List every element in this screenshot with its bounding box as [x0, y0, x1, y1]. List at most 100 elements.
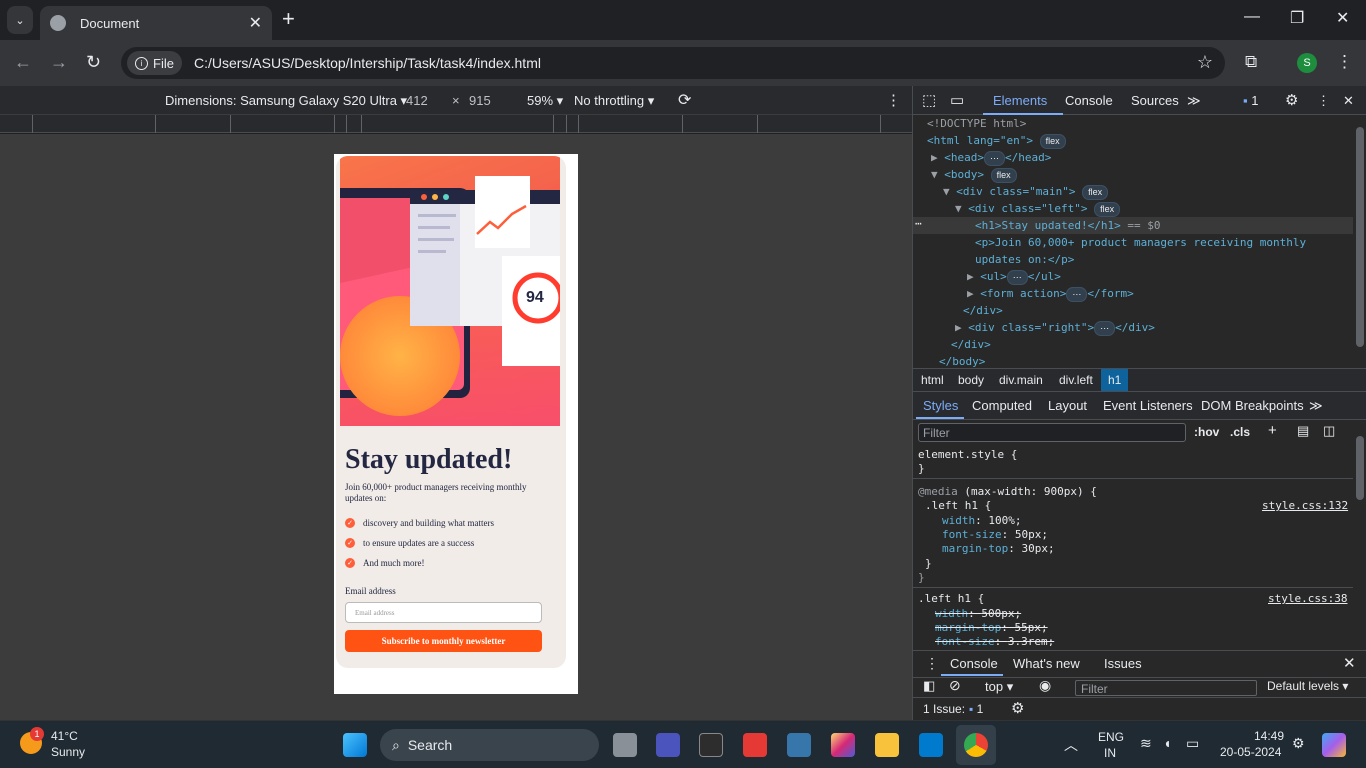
throttling-select[interactable]: No throttling ▾	[574, 93, 654, 109]
wifi-icon[interactable]: ≋	[1140, 735, 1152, 752]
site-info-chip[interactable]: i File	[127, 51, 182, 75]
new-tab-button[interactable]: +	[282, 6, 295, 32]
css-property[interactable]: margin-top: 30px;	[942, 542, 1055, 556]
url-text[interactable]: C:/Users/ASUS/Desktop/Intership/Task/tas…	[194, 55, 541, 71]
height-input[interactable]: 915	[469, 93, 491, 108]
restore-button[interactable]: ❐	[1290, 8, 1304, 28]
sidebar-icon[interactable]: ◧	[923, 678, 935, 694]
tab-sources[interactable]: Sources	[1131, 93, 1179, 108]
clock-time[interactable]: 14:49	[1254, 729, 1284, 743]
start-icon[interactable]	[343, 733, 367, 757]
lang-in[interactable]: IN	[1104, 746, 1116, 760]
tab-styles[interactable]: Styles	[923, 398, 958, 413]
rule2-selector[interactable]: .left h1 {	[918, 592, 984, 606]
devtools-menu-icon[interactable]: ⋮	[1317, 93, 1330, 109]
dom-right[interactable]: ▶ <div class="right"> ⋯ </div>	[955, 319, 1155, 336]
rule1-source-link[interactable]: style.css:132	[1262, 499, 1348, 513]
crumb-h1[interactable]: h1	[1101, 369, 1129, 391]
settings-gear-icon[interactable]: ⚙	[1285, 91, 1298, 109]
flex-badge[interactable]: flex	[990, 168, 1017, 183]
collapse-arrow-icon[interactable]: ▼	[943, 185, 950, 198]
file-explorer-icon[interactable]	[875, 733, 899, 757]
css-property-overridden[interactable]: width: 500px;	[935, 607, 1021, 621]
rule2-source-link[interactable]: style.css:38	[1268, 592, 1347, 606]
context-select[interactable]: top ▾	[985, 679, 1013, 695]
close-drawer-icon[interactable]: ✕	[1343, 654, 1356, 672]
crumb-div-left[interactable]: div.left	[1059, 373, 1093, 387]
crumb-html[interactable]: html	[921, 373, 944, 387]
close-window-button[interactable]: ✕	[1336, 8, 1349, 28]
expand-arrow-icon[interactable]: ▶	[955, 321, 962, 334]
ellipsis-badge[interactable]: ⋯	[1006, 270, 1028, 285]
dom-form[interactable]: ▶ <form action> ⋯ </form>	[967, 285, 1134, 302]
notification-icon[interactable]: ⚙	[1292, 735, 1305, 752]
sidebar-toggle-icon[interactable]: ◫	[1323, 423, 1335, 439]
python-icon[interactable]	[787, 733, 811, 757]
css-property[interactable]: font-size: 50px;	[942, 528, 1048, 542]
hov-toggle[interactable]: :hov	[1194, 425, 1219, 439]
instagram-icon[interactable]	[831, 733, 855, 757]
dom-ul[interactable]: ▶ <ul> ⋯ </ul>	[967, 268, 1061, 285]
media-query-ruler[interactable]	[0, 115, 912, 133]
row-menu-icon[interactable]: ⋯	[915, 215, 922, 232]
wps-icon[interactable]	[743, 733, 767, 757]
forward-button[interactable]: →	[50, 52, 68, 73]
tab-elements[interactable]: Elements	[993, 93, 1047, 108]
dom-p[interactable]: <p>Join 60,000+ product managers receivi…	[975, 234, 1306, 251]
task-view-icon[interactable]	[613, 733, 637, 757]
expand-arrow-icon[interactable]: ▶	[931, 151, 938, 164]
css-property-overridden[interactable]: font-size: 3.3rem;	[935, 635, 1054, 646]
width-input[interactable]: 412	[406, 93, 428, 108]
extensions-icon[interactable]: ⧉	[1245, 52, 1257, 72]
back-button[interactable]: ←	[14, 52, 32, 73]
dom-h1[interactable]: <h1>Stay updated!</h1> == $0	[975, 217, 1160, 234]
tab-layout[interactable]: Layout	[1048, 398, 1087, 413]
expand-arrow-icon[interactable]: ▶	[967, 270, 974, 283]
zoom-select[interactable]: 59% ▾	[527, 93, 563, 109]
terminal-icon[interactable]	[699, 733, 723, 757]
drawer-tab-console[interactable]: Console	[950, 656, 998, 671]
profile-avatar[interactable]: S	[1297, 53, 1317, 73]
dom-doctype[interactable]: <!DOCTYPE html>	[927, 115, 1026, 132]
reload-button[interactable]: ↻	[86, 52, 101, 73]
more-subtabs-icon[interactable]: ≫	[1309, 398, 1323, 414]
rotate-icon[interactable]: ⟳	[678, 90, 691, 110]
flex-badge[interactable]: flex	[1082, 185, 1109, 200]
new-rule-icon[interactable]: +	[1268, 422, 1277, 439]
device-more-icon[interactable]: ⋮	[886, 91, 901, 109]
rule1-selector[interactable]: .left h1 {	[925, 499, 991, 513]
close-tab-icon[interactable]: ✕	[249, 13, 262, 33]
expand-arrow-icon[interactable]: ▶	[967, 287, 974, 300]
taskbar-search[interactable]: ⌕ Search	[380, 729, 599, 761]
drawer-tab-whats-new[interactable]: What's new	[1013, 656, 1080, 671]
tab-search-button[interactable]: ⌄	[7, 6, 33, 34]
more-tabs-icon[interactable]: ≫	[1187, 93, 1201, 109]
drawer-tab-issues[interactable]: Issues	[1104, 656, 1142, 671]
device-select[interactable]: Dimensions: Samsung Galaxy S20 Ultra ▾	[165, 93, 407, 109]
minimize-button[interactable]: —	[1244, 8, 1260, 26]
dom-main[interactable]: ▼ <div class="main"> flex	[943, 183, 1109, 200]
email-field[interactable]: Email address	[345, 602, 542, 623]
browser-tab[interactable]: Document ✕	[40, 6, 272, 40]
copilot-icon[interactable]	[1322, 733, 1346, 757]
console-settings-icon[interactable]: ⚙	[1011, 699, 1024, 717]
crumb-body[interactable]: body	[958, 373, 984, 387]
crumb-div-main[interactable]: div.main	[999, 373, 1043, 387]
lang-eng[interactable]: ENG	[1098, 730, 1124, 744]
issues-summary[interactable]: 1 Issue:	[923, 702, 965, 716]
dom-head[interactable]: ▶ <head> ⋯ </head>	[931, 149, 1051, 166]
levels-select[interactable]: Default levels ▾	[1267, 679, 1348, 693]
eye-icon[interactable]: ◉	[1039, 677, 1051, 694]
weather-desc[interactable]: Sunny	[51, 745, 85, 759]
flex-badge[interactable]: flex	[1039, 134, 1066, 149]
styles-scrollbar[interactable]	[1353, 422, 1366, 648]
chevron-up-icon[interactable]: ︿	[1064, 735, 1078, 755]
battery-icon[interactable]: ▭	[1186, 735, 1199, 752]
collapse-arrow-icon[interactable]: ▼	[955, 202, 962, 215]
ellipsis-badge[interactable]: ⋯	[1066, 287, 1088, 302]
address-bar[interactable]: i File C:/Users/ASUS/Desktop/Intership/T…	[121, 47, 1225, 79]
cls-toggle[interactable]: .cls	[1230, 425, 1250, 439]
ellipsis-badge[interactable]: ⋯	[984, 151, 1005, 166]
clock-date[interactable]: 20-05-2024	[1220, 745, 1281, 759]
console-filter-input[interactable]: Filter	[1075, 680, 1257, 696]
